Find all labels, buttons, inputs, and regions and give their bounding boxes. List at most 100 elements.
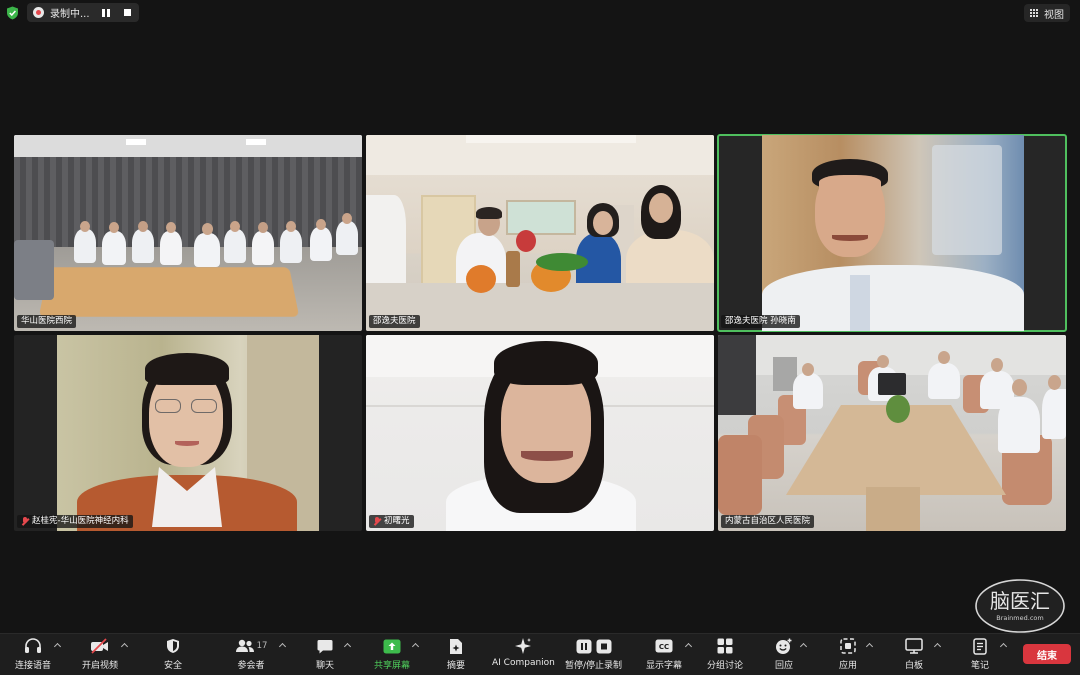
start-video-button[interactable]: 开启视频 (82, 637, 118, 673)
share-screen-icon (382, 637, 402, 655)
pause-stop-recording-button[interactable]: 暂停/停止录制 (565, 637, 622, 673)
video-feed (366, 335, 714, 531)
meeting-toolbar: 连接语音 开启视频 安全 17 参会者 聊天 共享屏幕 摘要 AI Compan… (0, 633, 1080, 675)
headphones-icon (23, 637, 43, 655)
breakout-rooms-icon (715, 637, 735, 655)
video-label: 开启视频 (82, 661, 119, 671)
whiteboard-options-chevron-icon[interactable] (934, 641, 942, 649)
notes-button[interactable]: 笔记 (970, 637, 990, 673)
video-tile-active-speaker[interactable]: 邵逸夫医院 孙晓南 (717, 134, 1067, 332)
pause-stop-icons (574, 637, 614, 655)
chat-icon (315, 637, 335, 655)
svg-text:CC: CC (659, 643, 669, 651)
breakout-rooms-button[interactable]: 分组讨论 (707, 637, 743, 673)
video-options-chevron-icon[interactable] (121, 641, 129, 649)
recording-label: 录制中... (50, 9, 90, 20)
participant-name: 初曙光 (384, 516, 410, 526)
participant-name: 邵逸夫医院 (373, 316, 416, 326)
mic-muted-icon (373, 517, 381, 526)
video-tile[interactable]: 赵桂宪-华山医院神经内科 (14, 335, 362, 531)
stop-icon (596, 639, 612, 653)
whiteboard-button[interactable]: 白板 (904, 637, 924, 673)
breakout-rooms-label: 分组讨论 (707, 661, 744, 671)
mic-muted-icon (21, 517, 29, 526)
watermark-logo: 脑医汇 Brainmed.com (975, 579, 1065, 633)
chat-options-chevron-icon[interactable] (344, 641, 352, 649)
recording-indicator[interactable]: 录制中... (27, 3, 139, 22)
audio-button[interactable]: 连接语音 (15, 637, 51, 673)
watermark-subtext: Brainmed.com (996, 614, 1043, 622)
captions-button[interactable]: CC 显示字幕 (646, 637, 682, 673)
participant-nameplate: 华山医院西院 (17, 315, 77, 328)
watermark-text: 脑医汇 (990, 589, 1050, 613)
whiteboard-icon (904, 637, 924, 655)
reactions-options-chevron-icon[interactable] (800, 641, 808, 649)
cc-icon: CC (654, 637, 674, 655)
pause-icon (576, 639, 592, 653)
share-screen-label: 共享屏幕 (374, 661, 411, 671)
video-feed (718, 335, 1066, 531)
audio-label: 连接语音 (15, 661, 52, 671)
notes-icon (970, 637, 990, 655)
end-meeting-button[interactable]: 结束 (1023, 644, 1071, 664)
participant-nameplate: 初曙光 (369, 515, 414, 528)
participant-nameplate: 邵逸夫医院 孙晓南 (721, 315, 800, 328)
apps-button[interactable]: 应用 (838, 637, 858, 673)
audio-options-chevron-icon[interactable] (54, 641, 62, 649)
participant-name: 邵逸夫医院 孙晓南 (725, 316, 796, 326)
security-label: 安全 (163, 661, 182, 671)
notes-options-chevron-icon[interactable] (1000, 641, 1008, 649)
notes-label: 笔记 (970, 661, 989, 671)
video-feed (14, 135, 362, 331)
video-tile[interactable]: 初曙光 (366, 335, 714, 531)
view-label: 视图 (1044, 9, 1064, 21)
summary-button[interactable]: 摘要 (446, 637, 466, 673)
share-options-chevron-icon[interactable] (412, 641, 420, 649)
stop-recording-icon[interactable] (123, 9, 131, 16)
participant-nameplate: 邵逸夫医院 (369, 315, 420, 328)
participant-nameplate: 内蒙古自治区人民医院 (721, 515, 815, 528)
reactions-label: 回应 (774, 661, 793, 671)
apps-options-chevron-icon[interactable] (866, 641, 874, 649)
participants-icon: 17 (234, 637, 268, 655)
video-tile[interactable]: 内蒙古自治区人民医院 (718, 335, 1066, 531)
record-icon (33, 7, 44, 18)
participant-name: 华山医院西院 (21, 316, 73, 326)
chat-label: 聊天 (315, 661, 334, 671)
shield-icon (163, 637, 183, 655)
participants-count: 17 (256, 641, 268, 651)
reactions-button[interactable]: 回应 (774, 637, 794, 673)
security-button[interactable]: 安全 (163, 637, 183, 673)
smiley-plus-icon (774, 637, 794, 655)
participant-name: 赵桂宪-华山医院神经内科 (32, 516, 129, 526)
video-feed (366, 135, 714, 331)
top-bar: 录制中... 视图 (0, 0, 1080, 26)
record-label: 暂停/停止录制 (565, 661, 623, 671)
participants-button[interactable]: 17 参会者 (234, 637, 268, 673)
whiteboard-label: 白板 (904, 661, 923, 671)
video-feed (762, 135, 1024, 331)
share-screen-button[interactable]: 共享屏幕 (374, 637, 410, 673)
participant-name: 内蒙古自治区人民医院 (725, 516, 811, 526)
shield-check-icon[interactable] (6, 6, 19, 20)
grid-icon (1030, 8, 1039, 18)
chat-button[interactable]: 聊天 (315, 637, 335, 673)
participants-label: 参会者 (237, 661, 265, 671)
captions-options-chevron-icon[interactable] (685, 641, 693, 649)
summary-icon (446, 637, 466, 655)
participant-nameplate: 赵桂宪-华山医院神经内科 (17, 515, 133, 528)
captions-label: 显示字幕 (646, 661, 683, 671)
sparkle-icon (513, 637, 533, 655)
video-off-icon (90, 637, 110, 655)
video-tile[interactable]: 邵逸夫医院 (366, 135, 714, 331)
participants-options-chevron-icon[interactable] (279, 641, 287, 649)
apps-label: 应用 (838, 661, 857, 671)
brainmed-watermark: 脑医汇 Brainmed.com (974, 578, 1066, 634)
ai-companion-button[interactable]: AI Companion (492, 637, 555, 673)
video-tile[interactable]: 华山医院西院 (14, 135, 362, 331)
pause-recording-icon[interactable] (101, 8, 110, 17)
ai-companion-label: AI Companion (492, 658, 555, 668)
apps-icon (838, 637, 858, 655)
video-feed (57, 335, 319, 531)
view-button[interactable]: 视图 (1024, 4, 1070, 22)
